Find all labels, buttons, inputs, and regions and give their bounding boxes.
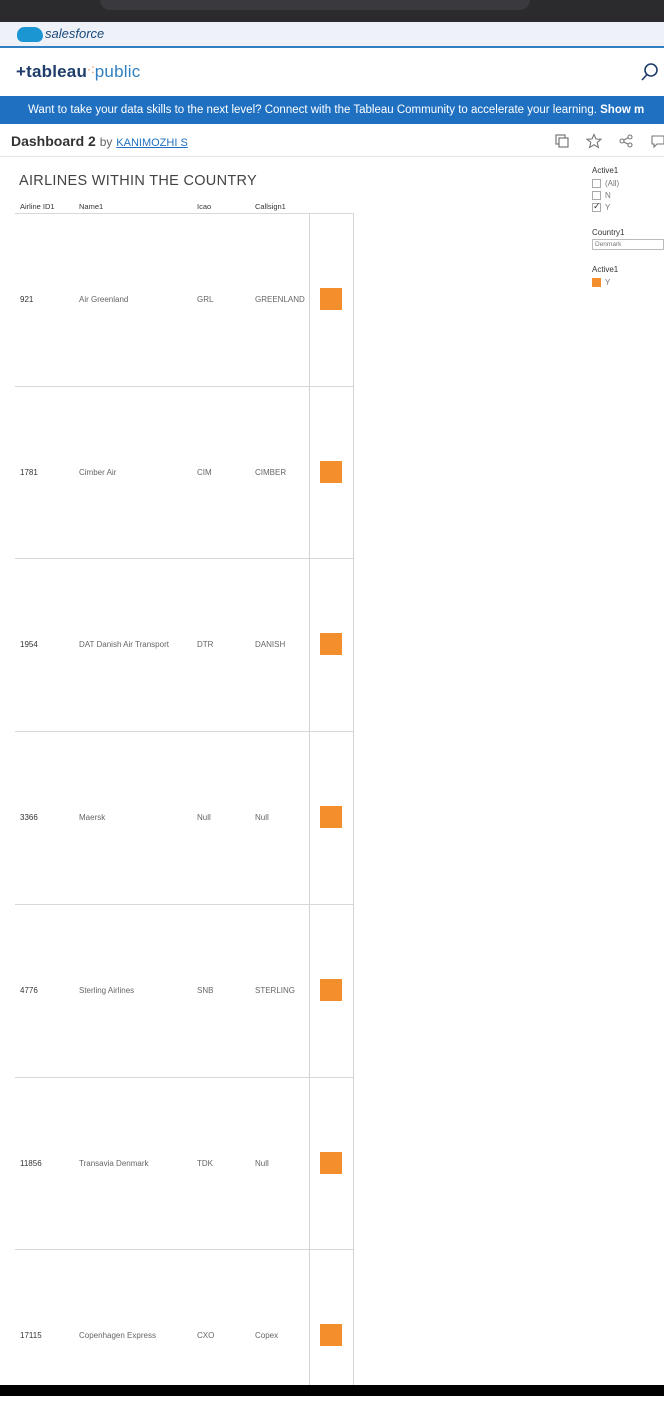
table-row[interactable]: 4776 Sterling Airlines SNB STERLING: [15, 903, 353, 1077]
dashboard-header: Dashboard 2 by KANIMOZHI S: [0, 124, 664, 157]
column-header-airline-id[interactable]: Airline ID1: [20, 202, 55, 211]
share-icon[interactable]: [618, 133, 634, 149]
salesforce-cloud-icon: [17, 27, 43, 42]
checkbox-checked[interactable]: [592, 201, 601, 212]
airline-name-cell: Sterling Airlines: [79, 985, 135, 995]
icao-cell: TDK: [197, 1158, 213, 1168]
active-mark-square[interactable]: [320, 1324, 342, 1347]
icao-cell: Null: [197, 813, 211, 823]
logo-dots: ·:: [87, 62, 95, 76]
legend-label: Y: [605, 277, 611, 287]
column-header-name[interactable]: Name1: [79, 202, 103, 211]
favorite-star-icon[interactable]: [586, 133, 602, 149]
airline-name-cell: DAT Danish Air Transport: [79, 640, 169, 650]
option-label: Y: [605, 202, 611, 212]
option-label: (All): [605, 178, 620, 188]
active-filter-title: Active1: [592, 166, 619, 175]
active-mark-square[interactable]: [320, 1151, 342, 1174]
device-notch: [100, 0, 530, 10]
callsign-cell: CIMBER: [255, 467, 287, 477]
country-dropdown[interactable]: Denmark: [592, 239, 664, 250]
callsign-cell: GREENLAND: [255, 295, 305, 304]
active-mark-square[interactable]: [320, 978, 342, 1001]
checkbox[interactable]: [592, 178, 601, 188]
airline-id-cell: 11856: [20, 1158, 42, 1168]
filters-panel: Active1 (All) N Y Country1 Denmark Activ…: [592, 166, 664, 288]
table-row[interactable]: 921 Air Greenland GRL GREENLAND: [15, 213, 353, 386]
active-legend-item[interactable]: Y: [592, 276, 664, 288]
legend-swatch: [592, 277, 601, 287]
dashboard-title: Dashboard 2: [11, 133, 96, 149]
banner-message: Want to take your data skills to the nex…: [28, 104, 597, 116]
table-row[interactable]: 17115 Copenhagen Express CXO Copex: [15, 1249, 353, 1422]
icao-cell: GRL: [197, 295, 214, 304]
active-filter-option-all[interactable]: (All): [592, 177, 664, 189]
logo-tableau-text: +tableau: [16, 62, 88, 81]
airline-id-cell: 1781: [20, 467, 38, 477]
tableau-public-logo[interactable]: +tableau·:public: [16, 62, 140, 82]
column-header-callsign[interactable]: Callsign1: [255, 202, 286, 211]
callsign-cell: STERLING: [255, 985, 296, 995]
icao-cell: SNB: [197, 985, 214, 995]
column-header-icao[interactable]: Icao: [197, 202, 211, 211]
airline-id-cell: 1954: [20, 640, 38, 650]
airline-name-cell: Cimber Air: [79, 467, 117, 477]
airline-name-cell: Transavia Denmark: [79, 1158, 149, 1168]
comment-icon[interactable]: [650, 133, 664, 149]
icao-cell: CXO: [197, 1331, 215, 1341]
airline-id-cell: 4776: [20, 985, 38, 995]
callsign-cell: Null: [255, 813, 269, 823]
airline-name-cell: Maersk: [79, 813, 106, 823]
airline-name-cell: Air Greenland: [79, 295, 129, 304]
table-row[interactable]: 1954 DAT Danish Air Transport DTR DANISH: [15, 558, 353, 731]
option-label: N: [605, 190, 611, 200]
icao-cell: DTR: [197, 640, 214, 650]
active-mark-square[interactable]: [320, 288, 342, 310]
active-filter-option-y[interactable]: Y: [592, 201, 664, 213]
logo-public-text: public: [94, 62, 141, 81]
tableau-public-header: +tableau·:public: [0, 48, 664, 94]
active-filter-option-n[interactable]: N: [592, 189, 664, 201]
copy-icon[interactable]: [554, 133, 570, 149]
icao-cell: CIM: [197, 467, 212, 477]
table-row[interactable]: 11856 Transavia Denmark TDK Null: [15, 1076, 353, 1250]
device-status-bar: [0, 0, 664, 22]
viz-title: AIRLINES WITHIN THE COUNTRY: [19, 173, 257, 189]
table-row[interactable]: 3366 Maersk Null Null: [15, 731, 353, 904]
author-link[interactable]: KANIMOZHI S: [116, 137, 188, 149]
airline-id-cell: 3366: [20, 813, 38, 823]
callsign-cell: DANISH: [255, 640, 286, 650]
callsign-cell: Null: [255, 1158, 269, 1168]
banner-cta-link[interactable]: Show m: [600, 104, 644, 116]
active-mark-square[interactable]: [320, 460, 342, 483]
grid-divider: [353, 213, 354, 1385]
callsign-cell: Copex: [255, 1331, 279, 1341]
airline-id-cell: 921: [20, 295, 34, 304]
active-mark-square[interactable]: [320, 806, 342, 829]
active-mark-square[interactable]: [320, 633, 342, 656]
salesforce-bar: salesforce: [0, 22, 664, 48]
search-icon[interactable]: [640, 62, 660, 82]
device-bottom-bar: [0, 1385, 664, 1396]
active-legend-title: Active1: [592, 265, 619, 274]
checkbox[interactable]: [592, 190, 601, 200]
table-row[interactable]: 1781 Cimber Air CIM CIMBER: [15, 385, 353, 559]
country-filter-title: Country1: [592, 228, 625, 237]
salesforce-label: salesforce: [45, 26, 105, 41]
airline-name-cell: Copenhagen Express: [79, 1331, 156, 1341]
airline-id-cell: 17115: [20, 1331, 42, 1341]
community-banner[interactable]: Want to take your data skills to the nex…: [0, 96, 664, 124]
dashboard-by: by: [99, 135, 113, 149]
